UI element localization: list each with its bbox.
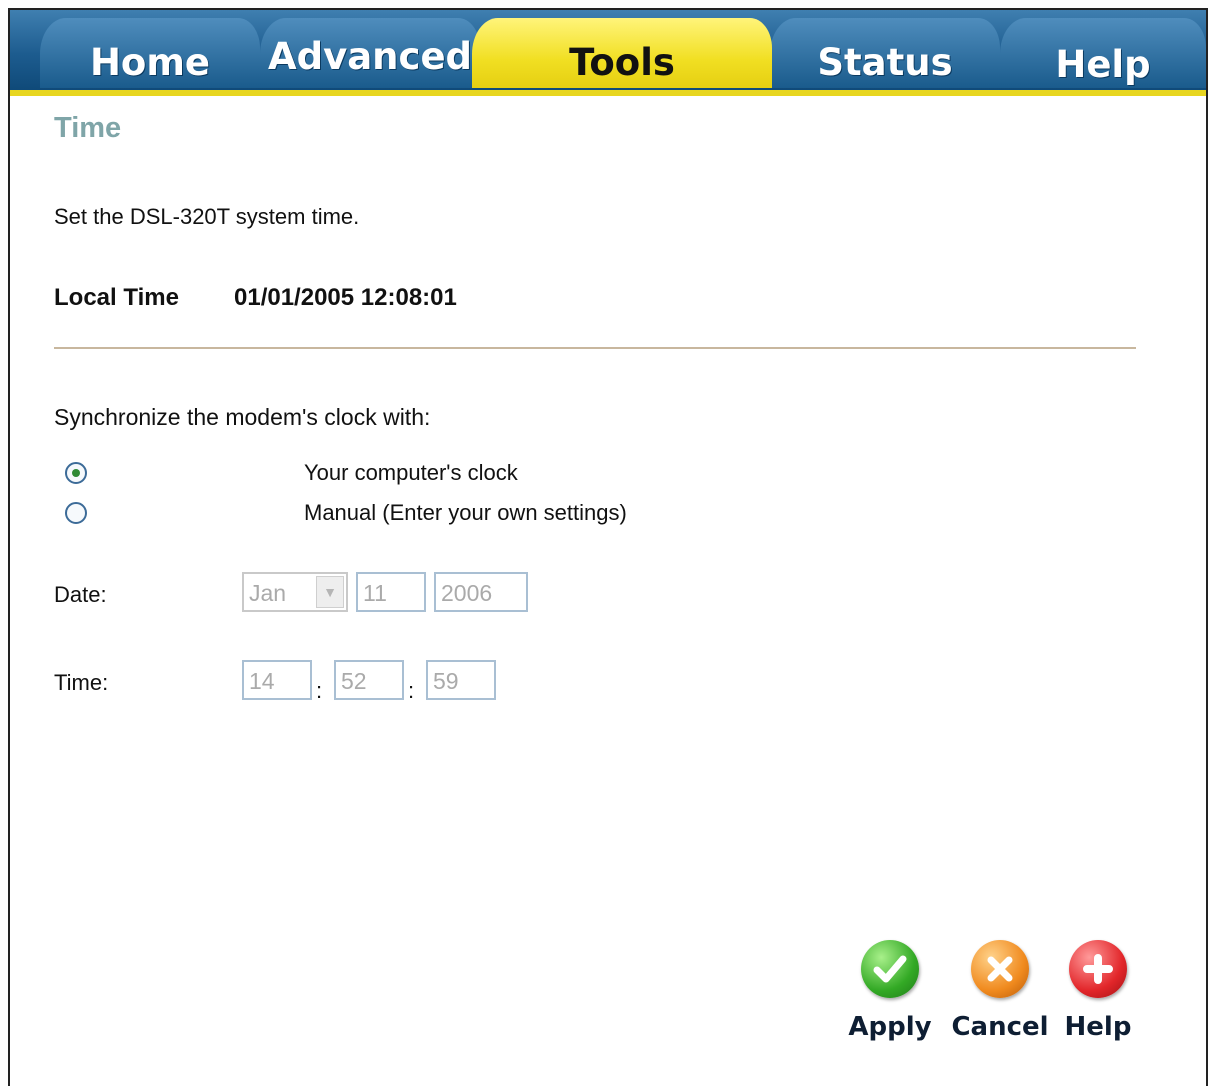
option-computer-clock-label: Your computer's clock (304, 460, 518, 485)
tab-tools-label: Tools (569, 40, 675, 84)
radio-manual[interactable] (65, 502, 87, 524)
main-frame: Home Advanced Status Help Tools Time Set… (8, 8, 1208, 1086)
local-time-value: 01/01/2005 12:08:01 (234, 284, 457, 311)
time-separator: : (316, 678, 323, 703)
top-navigation: Home Advanced Status Help Tools (10, 10, 1206, 96)
radio-computer-clock[interactable] (65, 462, 87, 484)
apply-button[interactable]: Apply (842, 940, 938, 1050)
chevron-down-icon[interactable]: ▼ (316, 576, 344, 608)
local-time-label: Local Time (54, 284, 179, 311)
time-label: Time: (54, 670, 109, 695)
help-label: Help (1064, 1012, 1132, 1042)
tab-status[interactable]: Status (770, 18, 1000, 88)
help-button[interactable]: Help (1050, 940, 1146, 1050)
page-description: Set the DSL-320T system time. (54, 204, 360, 229)
x-icon (971, 940, 1029, 998)
page-title: Time (54, 112, 122, 144)
year-input[interactable]: 2006 (434, 572, 528, 612)
tab-home-label: Home (89, 40, 211, 84)
cancel-label: Cancel (951, 1012, 1049, 1042)
tab-home[interactable]: Home (40, 18, 260, 88)
minute-input[interactable]: 52 (334, 660, 404, 700)
tab-help[interactable]: Help (1000, 18, 1206, 88)
tab-advanced[interactable]: Advanced (260, 18, 480, 88)
tab-help-label: Help (1055, 42, 1151, 86)
month-select[interactable]: Jan ▼ (242, 572, 348, 612)
cancel-button[interactable]: Cancel (951, 940, 1049, 1050)
month-value: Jan (249, 580, 287, 606)
second-input[interactable]: 59 (426, 660, 496, 700)
sync-label: Synchronize the modem's clock with: (54, 404, 431, 430)
time-separator: : (408, 678, 415, 703)
tab-status-label: Status (817, 40, 953, 84)
date-label: Date: (54, 582, 107, 607)
day-input[interactable]: 11 (356, 572, 426, 612)
plus-icon (1069, 940, 1127, 998)
tab-tools[interactable]: Tools (472, 18, 772, 88)
divider (54, 347, 1136, 349)
option-manual-label: Manual (Enter your own settings) (304, 500, 627, 525)
checkmark-icon (861, 940, 919, 998)
hour-input[interactable]: 14 (242, 660, 312, 700)
tab-advanced-label: Advanced (267, 34, 473, 78)
apply-label: Apply (848, 1012, 932, 1042)
